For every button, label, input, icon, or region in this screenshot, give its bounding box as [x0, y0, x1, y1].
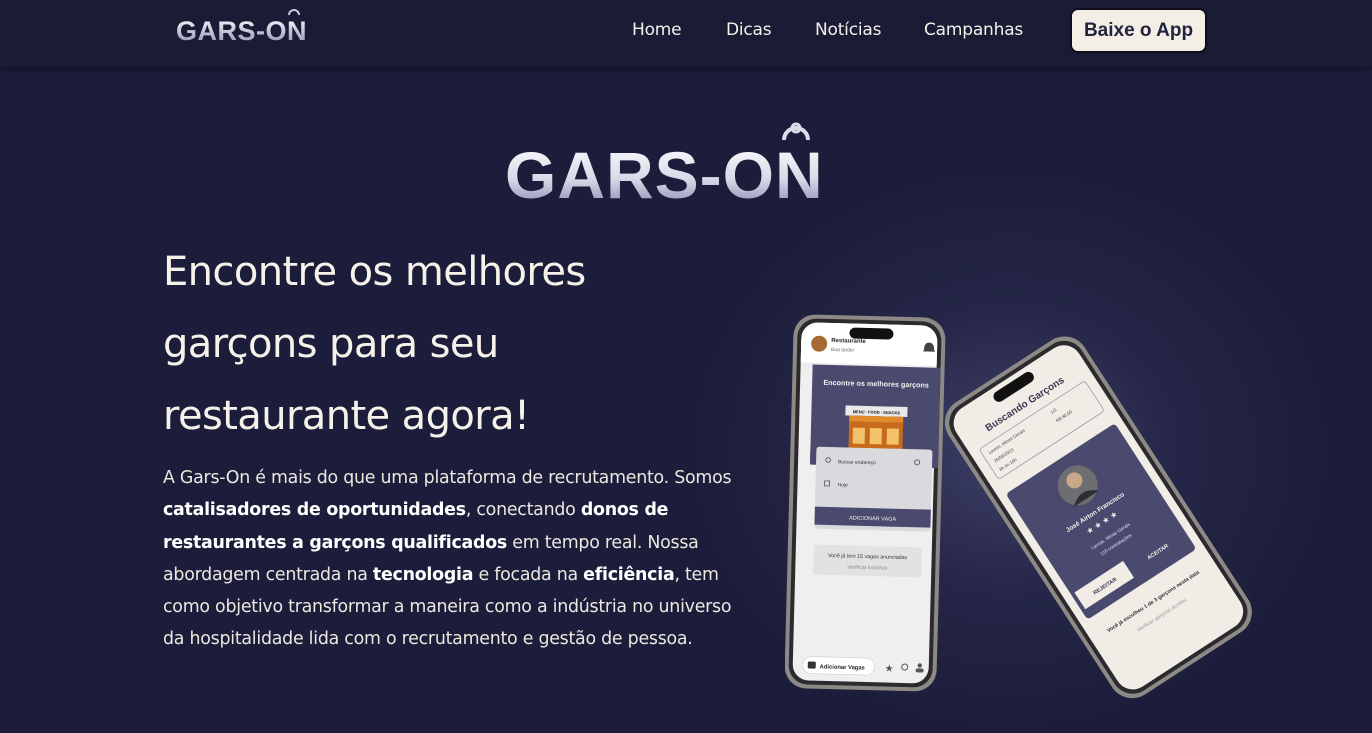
description-text: , conectando: [465, 500, 581, 521]
hero-description: A Gars-On é mais do que uma plataforma d…: [163, 462, 753, 656]
dynamic-island: [849, 327, 894, 340]
description-highlight: tecnologia: [372, 564, 474, 585]
description-text: e focada na: [473, 564, 584, 585]
restaurant-name: Restaurante: [831, 338, 866, 345]
hero-logo-text: GARS-ON: [505, 138, 824, 206]
navbar: GARS-ON Home Dicas Notícias Campanhas Ba…: [0, 0, 1372, 68]
nav-link-home[interactable]: Home: [632, 20, 682, 40]
phone-mockup-right: Buscando Garçons Lavras, Minas Gerais 26…: [944, 336, 1252, 699]
vacancies-card: [813, 544, 922, 578]
restaurant-greeting: Boa tarde!: [831, 347, 854, 354]
briefcase-icon: [807, 661, 816, 669]
description-highlight: eficiência: [583, 564, 675, 585]
headline-line-3: restaurante agora!: [163, 393, 530, 439]
hero-logo: GARS-ON: [505, 122, 824, 206]
nav-link-campanhas[interactable]: Campanhas: [924, 20, 1023, 40]
nav-link-dicas[interactable]: Dicas: [726, 20, 772, 40]
nav-logo-text: GARS-ON: [176, 16, 307, 46]
headline-line-1: Encontre os melhores: [163, 249, 586, 295]
date-input[interactable]: Hoje: [837, 482, 848, 488]
check-applicants-link[interactable]: Verificar inscritos: [847, 565, 888, 572]
download-app-button[interactable]: Baixe o App: [1070, 8, 1207, 53]
headline-line-2: garçons para seu: [163, 321, 499, 367]
add-vacancy-label: ADICIONAR VAGA: [849, 516, 896, 523]
nav-logo[interactable]: GARS-ON: [176, 9, 331, 49]
nav-link-noticias[interactable]: Notícias: [815, 20, 881, 40]
hero-headline: Encontre os melhores garçons para seu re…: [163, 236, 723, 452]
description-highlight: catalisadores de oportunidades: [163, 500, 466, 521]
description-text: A Gars-On é mais do que uma plataforma d…: [163, 468, 732, 488]
add-vacancies-label: Adicionar Vagas: [820, 664, 865, 671]
star-icon[interactable]: ★: [885, 664, 894, 675]
address-input[interactable]: Buscar endereço: [838, 459, 876, 466]
